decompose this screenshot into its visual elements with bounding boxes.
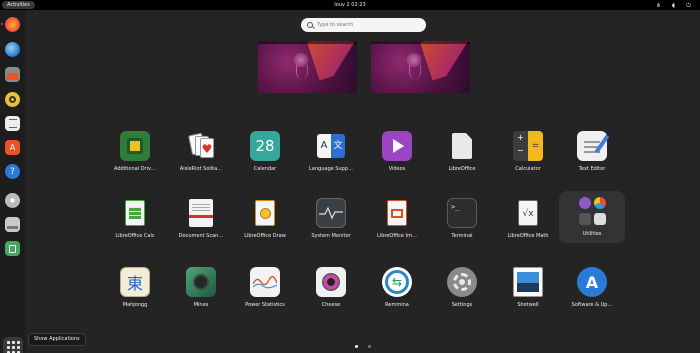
calculator-icon: + − = [513,131,543,161]
help-icon[interactable]: ? [5,164,20,179]
disc-icon[interactable] [5,193,20,208]
math-icon: √x [513,198,543,228]
app-aisleriot[interactable]: ♥ AisleRiot Solita… [168,126,234,182]
page-indicator-2[interactable] [368,345,371,348]
app-calendar[interactable]: 28 Calendar [232,126,298,182]
app-additional-drivers[interactable]: Additional Driv… [102,126,168,182]
page-indicator-1[interactable] [355,345,358,348]
drive-icon[interactable] [5,217,20,232]
text-editor-icon [577,131,610,161]
scanner-icon [186,198,216,228]
folder-utilities[interactable]: Utilities [559,191,625,243]
chip-icon [120,131,150,161]
system-tray[interactable]: ⋔ ◖ ⏻ [655,0,692,10]
app-remmina[interactable]: ⇆ Remmina [364,262,430,318]
app-terminal[interactable]: >_ Terminal [429,193,495,249]
app-mines[interactable]: Mines [168,262,234,318]
search-box[interactable] [301,18,426,32]
software-icon[interactable]: A [5,140,20,155]
app-text-editor[interactable]: Text Editor [559,126,625,182]
app-mahjongg[interactable]: 東 Mahjongg [102,262,168,318]
files-icon[interactable] [5,67,20,82]
app-libreoffice-calc[interactable]: LibreOffice Calc [102,193,168,249]
app-cheese[interactable]: Cheese [298,262,364,318]
app-videos[interactable]: Videos [364,126,430,182]
rhythmbox-icon[interactable] [5,92,20,107]
language-icon: A 文 [316,131,346,161]
app-document-scanner[interactable]: Document Scan… [168,193,234,249]
running-indicator [1,23,3,25]
workspace-thumbnail[interactable] [371,41,470,93]
app-settings[interactable]: Settings [429,262,495,318]
cards-icon: ♥ [186,131,216,161]
app-libreoffice[interactable]: LibreOffice [429,126,495,182]
calendar-icon: 28 [250,131,280,161]
impress-icon [382,198,412,228]
settings-icon [447,267,477,297]
firefox-icon[interactable] [5,17,20,32]
app-libreoffice-impress[interactable]: LibreOffice Im… [364,193,430,249]
top-bar: Activities Iouv 2 02:23 ⋔ ◖ ⏻ [0,0,700,10]
power-stats-icon [250,267,280,297]
play-icon [382,131,412,161]
dock: A ? [0,10,25,353]
thunderbird-icon[interactable] [5,42,20,57]
mahjongg-icon: 東 [120,267,150,297]
workspace-thumbnail[interactable] [258,41,357,93]
calc-icon [120,198,150,228]
monitor-icon [316,198,346,228]
cheese-icon [316,267,346,297]
software-updates-icon: A [577,267,607,297]
app-shotwell[interactable]: Shotwell [495,262,561,318]
writer-icon[interactable] [5,116,20,131]
trash-icon[interactable] [5,241,20,256]
app-language-support[interactable]: A 文 Language Supp… [298,126,364,182]
search-icon [307,22,313,28]
search-input[interactable] [317,22,417,28]
app-calculator[interactable]: + − = Calculator [495,126,561,182]
app-system-monitor[interactable]: System Monitor [298,193,364,249]
utilities-folder-icon [577,196,607,226]
activities-button[interactable]: Activities [2,1,35,9]
mines-icon [186,267,216,297]
draw-icon [250,198,280,228]
shotwell-icon [513,267,543,297]
app-software-updates[interactable]: A Software & Up… [559,262,625,318]
network-icon[interactable]: ⋔ [655,2,662,9]
app-libreoffice-math[interactable]: √x LibreOffice Math [495,193,561,249]
volume-icon[interactable]: ◖ [670,2,677,9]
show-applications-button[interactable] [3,337,23,353]
power-icon[interactable]: ⏻ [685,2,692,9]
clock[interactable]: Iouv 2 02:23 [334,2,365,8]
remmina-icon: ⇆ [382,267,412,297]
app-libreoffice-draw[interactable]: LibreOffice Draw [232,193,298,249]
clock-area: Iouv 2 02:23 [0,0,700,10]
show-applications-tooltip: Show Applications [28,333,86,346]
terminal-icon: >_ [447,198,477,228]
app-power-statistics[interactable]: Power Statistics [232,262,298,318]
libreoffice-icon [447,131,477,161]
